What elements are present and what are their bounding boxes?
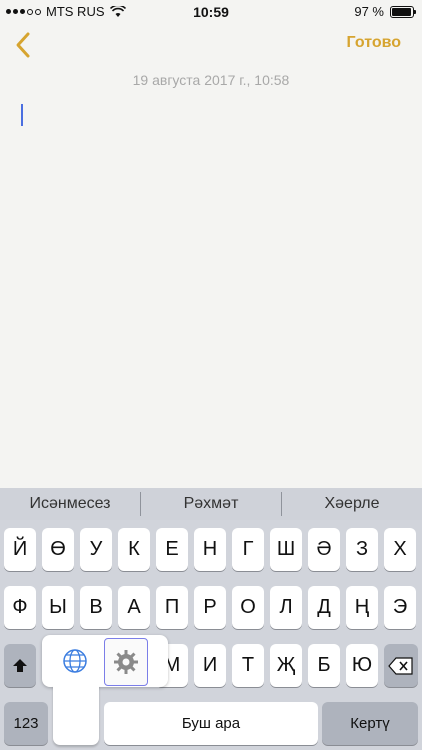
key[interactable]: Н <box>194 528 226 571</box>
key[interactable]: Ң <box>346 586 378 629</box>
navigation-bar: Готово <box>0 26 422 66</box>
key[interactable]: В <box>80 586 112 629</box>
note-text-area[interactable] <box>0 96 422 486</box>
key[interactable]: Җ <box>270 644 302 687</box>
text-cursor <box>21 104 23 126</box>
key[interactable]: Б <box>308 644 340 687</box>
suggestion-2[interactable]: Рәхмәт <box>141 488 281 520</box>
key[interactable]: Ә <box>308 528 340 571</box>
key[interactable]: И <box>194 644 226 687</box>
key[interactable]: А <box>118 586 150 629</box>
key[interactable]: Ы <box>42 586 74 629</box>
key[interactable]: Ш <box>270 528 302 571</box>
key[interactable]: О <box>232 586 264 629</box>
key[interactable]: З <box>346 528 378 571</box>
key[interactable]: Э <box>384 586 416 629</box>
key[interactable]: Л <box>270 586 302 629</box>
key[interactable]: Т <box>232 644 264 687</box>
key[interactable]: П <box>156 586 188 629</box>
numbers-key[interactable]: 123 <box>4 702 48 745</box>
keyboard-settings-button[interactable] <box>104 638 148 686</box>
key[interactable]: У <box>80 528 112 571</box>
gear-icon <box>114 650 138 674</box>
key[interactable]: Х <box>384 528 416 571</box>
shift-arrow-icon <box>13 658 27 672</box>
key[interactable]: Г <box>232 528 264 571</box>
note-date: 19 августа 2017 г., 10:58 <box>132 72 290 88</box>
key[interactable]: Р <box>194 586 226 629</box>
key[interactable]: Ю <box>346 644 378 687</box>
globe-key-pressed[interactable] <box>53 685 99 745</box>
suggestion-bar: Исәнмесез Рәхмәт Хәерле <box>0 488 422 520</box>
key[interactable]: Ф <box>4 586 36 629</box>
globe-icon[interactable] <box>60 646 90 676</box>
suggestion-3[interactable]: Хәерле <box>282 488 422 520</box>
backspace-icon <box>388 656 413 675</box>
space-key[interactable]: Буш ара <box>104 702 318 745</box>
key[interactable]: Ө <box>42 528 74 571</box>
status-right: 97 % <box>354 4 416 19</box>
return-key[interactable]: Кертү <box>322 702 418 745</box>
done-button[interactable]: Готово <box>347 34 401 52</box>
key[interactable]: Д <box>308 586 340 629</box>
key[interactable]: К <box>118 528 150 571</box>
status-bar: MTS RUS 10:59 97 % <box>0 0 422 24</box>
delete-key[interactable] <box>384 644 418 687</box>
back-chevron-icon[interactable] <box>12 30 36 60</box>
suggestion-1[interactable]: Исәнмесез <box>0 488 140 520</box>
battery-percent: 97 % <box>354 4 384 19</box>
key[interactable]: Й <box>4 528 36 571</box>
shift-key[interactable] <box>4 644 36 687</box>
key[interactable]: Е <box>156 528 188 571</box>
battery-icon <box>390 5 416 18</box>
